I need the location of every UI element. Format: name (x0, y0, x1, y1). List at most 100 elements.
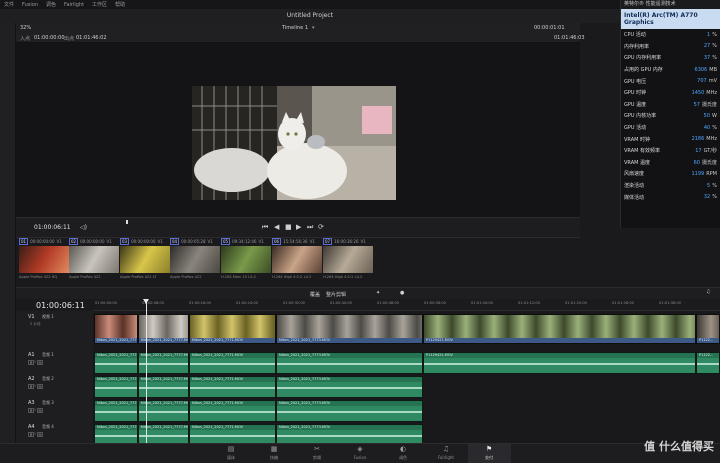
page-tab[interactable]: ✂ 剪辑 (296, 444, 339, 463)
track-name[interactable]: 音频 4 (42, 424, 54, 430)
clip-thumbnail[interactable]: 04 00:00:05:28 V1 Apple ProRes 422 (170, 238, 220, 286)
clip-header: 03 00:00:00:00 V1 (120, 238, 170, 245)
clip-codec-label: H.264 High 4:2:2 L4.2 (323, 275, 363, 279)
track-name[interactable]: 音频 1 (42, 352, 54, 358)
mute-button[interactable]: M (37, 384, 43, 389)
audio-icon[interactable]: ♫ (706, 289, 710, 295)
ruler-mark: 01:01:36:00 (659, 301, 681, 305)
metric-label: 风扇速度 (624, 171, 645, 178)
edit-mode-label[interactable]: 覆盖 (310, 291, 320, 298)
metric-value-group: 32% (704, 194, 717, 200)
snap-icon[interactable]: ✦ (376, 290, 380, 296)
clip-thumbnail[interactable]: 01 00:00:00:00 V1 Apple ProRes 422 HQ (19, 238, 69, 286)
page-tab[interactable]: ◐ 调色 (382, 444, 425, 463)
mute-button[interactable]: M (37, 360, 43, 365)
playhead[interactable] (146, 299, 147, 443)
audio-clip[interactable]: Nikon_2021_2021_7771.MOV (189, 376, 276, 398)
metric-label: 内存利用率 (624, 43, 650, 50)
audio-waveform (277, 387, 422, 389)
page-tab[interactable]: ⚑ 交付 (467, 444, 511, 463)
menu-item[interactable]: Fusion (22, 2, 38, 8)
mute-button[interactable]: M (37, 408, 43, 413)
clip-codec-label: Apple ProRes 422 (69, 275, 101, 279)
audio-clip[interactable]: Nikon_2021_2021_7773.MOV (276, 400, 423, 422)
metric-value-group: 57 摄氏度 (694, 101, 717, 108)
gpu-device-name: Intel(R) Arc(TM) A770 Graphics (621, 9, 720, 29)
scrubber-handle[interactable] (126, 220, 128, 224)
metric-unit: 摄氏度 (701, 159, 717, 166)
play-reverse-button[interactable]: ◀ (274, 223, 279, 231)
menu-item[interactable]: Fairlight (64, 2, 84, 8)
page-tab[interactable]: ▤ 媒体 (210, 444, 253, 463)
menu-item[interactable]: 文件 (4, 1, 14, 8)
metric-row: GPU 活动 40% (621, 122, 720, 134)
solo-button[interactable]: S (28, 432, 34, 437)
metric-value-group: 5% (707, 183, 717, 189)
video-clip[interactable]: P1122... (696, 314, 720, 344)
page-tab[interactable]: ♫ Fairlight (425, 444, 468, 463)
audio-waveform (190, 387, 275, 389)
metric-row: GPU 电压 707 mV (621, 75, 720, 87)
menu-item[interactable]: 工作区 (92, 1, 107, 8)
volume-icon[interactable]: ◁) (80, 224, 87, 231)
ruler-mark: 01:00:56:00 (424, 301, 446, 305)
solo-button[interactable]: S (28, 408, 34, 413)
zoom-dropdown[interactable]: 32% (20, 25, 31, 31)
marker-icon[interactable]: ● (400, 290, 404, 296)
clip-thumbnail[interactable]: 02 00:00:00:00 V1 Apple ProRes 422 (69, 238, 119, 286)
page-tab-label: 媒体 (227, 455, 235, 460)
clip-thumbnail[interactable]: 05 09:34:12:46 V1 H.265 Main 10 L5.2 (221, 238, 271, 286)
audio-clip-name: Nikon_2021_2021_7771.MOV (190, 425, 275, 430)
audio-clip[interactable]: Nikon_2021_2021_7770.MOV (94, 376, 138, 398)
skip-end-button[interactable]: ⏭ (307, 223, 313, 232)
audio-clip[interactable]: Nikon_2021_2021_7770.MOV (94, 352, 138, 374)
project-title: Untitled Project (0, 9, 620, 23)
timeline-selector[interactable]: Timeline 1 (282, 25, 308, 31)
page-tab[interactable]: ▦ 快编 (253, 444, 296, 463)
metric-label: 媒体活动 (624, 194, 645, 201)
menu-item[interactable]: 帮助 (115, 1, 125, 8)
metric-row: 媒体活动 32% (621, 191, 720, 203)
metric-value-group: 1199 RPM (691, 171, 717, 177)
video-clip[interactable]: Nikon_2021_2021_7770.MOV (94, 314, 138, 344)
track-name[interactable]: 视频 1 (42, 314, 54, 320)
loop-button[interactable]: ⟳ (318, 223, 324, 231)
track-name[interactable]: 音频 3 (42, 400, 54, 406)
clip-thumbnail[interactable]: 06 15:54:56:36 V1 H.264 High 4:2:2 L4.2 (272, 238, 322, 286)
audio-clip[interactable]: Nikon_2021_2021_7771.MOV (189, 352, 276, 374)
clip-thumbnail[interactable]: 07 16:00:36:26 V1 H.264 High 4:2:2 L4.2 (323, 238, 373, 286)
chevron-down-icon[interactable]: ▾ (312, 25, 315, 31)
ruler-mark: 01:00:40:00 (330, 301, 352, 305)
audio-clip[interactable]: Nikon_2021_2021_7770.MOV (94, 400, 138, 422)
solo-button[interactable]: S (28, 360, 34, 365)
audio-clip-name: Nikon_2021_2021_7773.MOV (277, 377, 422, 382)
page-tab-icon: ▦ (270, 445, 278, 453)
clip-thumbnail[interactable]: 03 00:00:00:00 V1 Apple ProRes 422 LT (120, 238, 170, 286)
audio-waveform (190, 363, 275, 365)
play-button[interactable]: ▶ (296, 223, 301, 231)
audio-clip[interactable]: P1122... (696, 352, 720, 374)
page-tab[interactable]: ◈ Fusion (339, 444, 382, 463)
audio-clip[interactable]: Nikon_2021_2021_7771.MOV (189, 400, 276, 422)
stop-button[interactable]: ■ (285, 223, 292, 231)
mute-button[interactable]: M (37, 432, 43, 437)
ruler-mark: 01:01:28:00 (612, 301, 634, 305)
clip-image (272, 246, 322, 273)
clip-track: V1 (309, 239, 315, 244)
solo-button[interactable]: S (28, 384, 34, 389)
edit-mode-dropdown[interactable]: 整片剪辑 (326, 291, 346, 298)
transport-bar: 01:00:06:11 ◁) ⏮ ◀ ■ ▶ ⏭ ⟳ (16, 217, 580, 237)
track-name[interactable]: 音频 2 (42, 376, 54, 382)
track-info: 5 片段 (30, 322, 41, 326)
video-clip[interactable]: P1129421.MOV (423, 314, 696, 344)
video-clip[interactable]: Nikon_2021_2021_7773.MOV (276, 314, 423, 344)
audio-clip-name: Nikon_2021_2021_7773.MOV (277, 425, 422, 430)
audio-clip[interactable]: Nikon_2021_2021_7773.MOV (276, 376, 423, 398)
menu-item[interactable]: 调色 (46, 1, 56, 8)
audio-clip[interactable]: P1129421.MOV (423, 352, 696, 374)
skip-start-button[interactable]: ⏮ (262, 223, 268, 232)
clip-codec-label: Apple ProRes 422 (170, 275, 202, 279)
audio-clip[interactable]: Nikon_2021_2021_7773.MOV (276, 352, 423, 374)
metric-unit: RPM (706, 170, 717, 177)
video-clip[interactable]: Nikon_2021_2021_7771.MOV (189, 314, 276, 344)
